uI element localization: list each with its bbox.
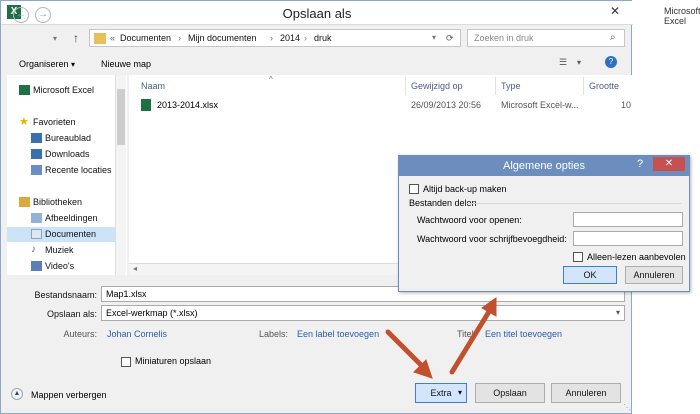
general-options-help-icon[interactable]: ? — [637, 158, 643, 170]
always-backup-label: Altijd back-up maken — [423, 184, 507, 194]
general-options-title: Algemene opties — [503, 160, 585, 172]
general-options-dialog: Algemene opties ? ✕ Altijd back-up maken… — [398, 155, 690, 292]
read-only-label: Alleen-lezen aanbevolen — [587, 252, 686, 262]
password-modify-label: Wachtwoord voor schrijfbevoegdheid: — [417, 234, 567, 244]
read-only-checkbox[interactable] — [573, 252, 583, 262]
password-open-field[interactable] — [573, 212, 683, 227]
options-cancel-button[interactable]: Annuleren — [625, 266, 683, 284]
general-options-close-button[interactable]: ✕ — [653, 157, 685, 171]
general-options-titlebar: Algemene opties ? ✕ — [399, 156, 689, 176]
ok-button[interactable]: OK — [563, 266, 617, 284]
annotation-arrow-to-options — [449, 307, 493, 375]
password-open-label: Wachtwoord voor openen: — [417, 215, 522, 225]
always-backup-checkbox[interactable] — [409, 184, 419, 194]
section-divider — [467, 203, 681, 204]
password-modify-field[interactable] — [573, 231, 683, 246]
annotation-arrow-to-tools — [385, 329, 427, 371]
